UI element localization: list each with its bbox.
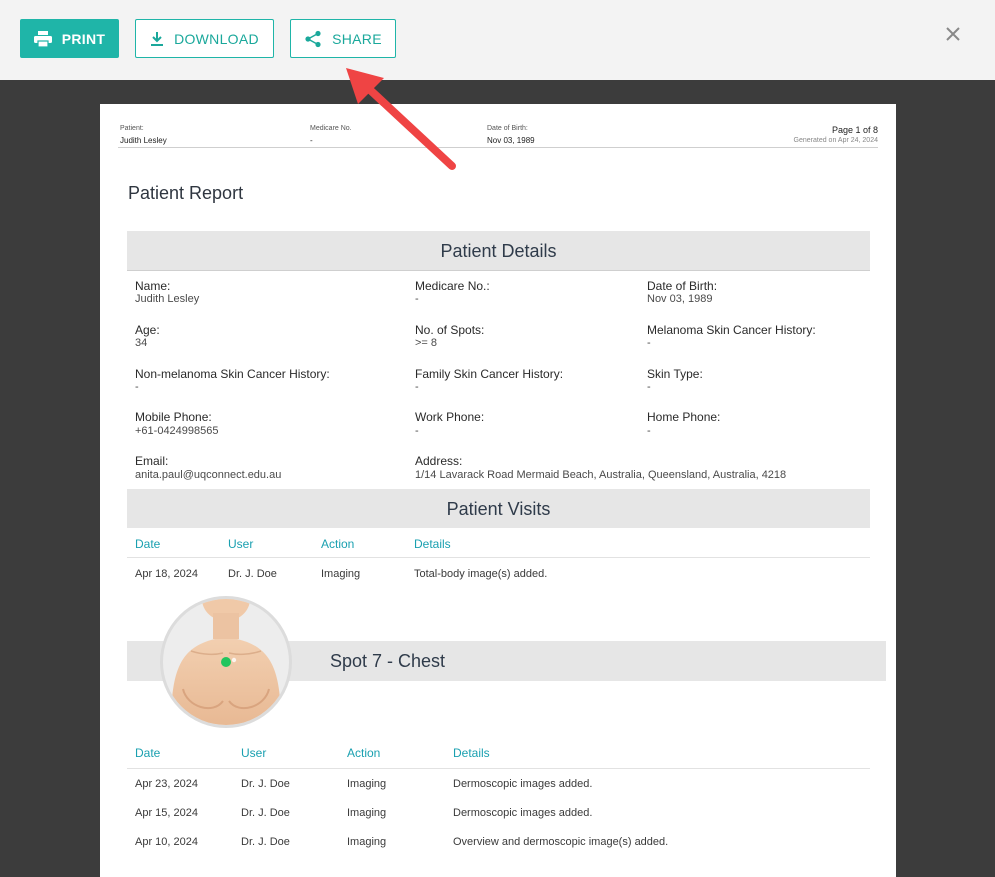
table-cell: Dr. J. Doe <box>241 836 290 848</box>
patient-visits-band: Patient Visits <box>127 489 870 528</box>
page-number: Page 1 of 8 <box>831 125 878 135</box>
field-label: Age: <box>135 323 160 337</box>
table-cell: Imaging <box>347 836 387 848</box>
field-value: >= 8 <box>415 337 438 349</box>
field-value: - <box>647 381 651 393</box>
visits-col-action: Action <box>321 537 355 551</box>
header-patient-label: Patient: <box>120 125 144 132</box>
field-value: anita.paul@uqconnect.edu.au <box>135 469 282 481</box>
report-page: Patient: Judith Lesley Medicare No. - Da… <box>100 104 896 877</box>
print-button[interactable]: PRINT <box>20 19 119 58</box>
annotation-arrow-icon <box>346 68 456 170</box>
field-value: - <box>415 381 419 393</box>
header-medicare-value: - <box>310 136 313 145</box>
table-cell: Overview and dermoscopic image(s) added. <box>453 836 669 848</box>
viewer-toolbar: PRINT DOWNLOAD SHARE <box>0 0 995 80</box>
field-label: Address: <box>415 454 463 468</box>
table-cell: Imaging <box>347 807 387 819</box>
visits-col-user: User <box>228 537 254 551</box>
patient-details-band: Patient Details <box>127 231 870 270</box>
print-label: PRINT <box>61 30 106 47</box>
visits-col-details: Details <box>414 537 451 551</box>
spot-col-action: Action <box>347 746 381 760</box>
download-button[interactable]: DOWNLOAD <box>135 19 274 58</box>
header-patient-value: Judith Lesley <box>120 136 167 145</box>
download-label: DOWNLOAD <box>174 30 259 47</box>
field-value: - <box>135 381 139 393</box>
field-label: Date of Birth: <box>647 279 718 293</box>
share-button[interactable]: SHARE <box>290 19 396 58</box>
spot-heading: Spot 7 - Chest <box>330 651 446 671</box>
field-label: Name: <box>135 279 171 293</box>
field-label: Non-melanoma Skin Cancer History: <box>135 367 330 381</box>
share-label: SHARE <box>332 30 382 47</box>
field-label: Family Skin Cancer History: <box>415 367 564 381</box>
field-label: Mobile Phone: <box>135 410 212 424</box>
field-label: Work Phone: <box>415 410 485 424</box>
spot-body-thumbnail <box>160 596 292 728</box>
visits-col-date: Date <box>135 537 161 551</box>
generated-date: Generated on Apr 24, 2024 <box>793 137 878 144</box>
table-cell: Apr 10, 2024 <box>135 836 198 848</box>
table-cell: Dr. J. Doe <box>228 568 277 580</box>
table-cell: Apr 18, 2024 <box>135 568 198 580</box>
field-value: Judith Lesley <box>135 293 200 305</box>
table-cell: Dr. J. Doe <box>241 807 290 819</box>
spot-col-user: User <box>241 746 267 760</box>
field-label: Medicare No.: <box>415 279 490 293</box>
spot-marker <box>221 657 231 667</box>
field-value: - <box>415 425 419 437</box>
field-label: Skin Type: <box>647 367 703 381</box>
table-cell: Dermoscopic images added. <box>453 778 593 790</box>
table-cell: Dermoscopic images added. <box>453 807 593 819</box>
printer-icon <box>33 30 52 47</box>
table-cell: Dr. J. Doe <box>241 778 290 790</box>
header-divider <box>118 147 878 148</box>
spot-col-details: Details <box>453 746 490 760</box>
patient-details-heading: Patient Details <box>440 241 557 261</box>
patient-visits-heading: Patient Visits <box>446 499 551 519</box>
table-cell: Total-body image(s) added. <box>414 568 548 580</box>
field-value: 34 <box>135 337 148 349</box>
chest-figure-icon <box>171 599 281 725</box>
field-value: Nov 03, 1989 <box>647 293 713 305</box>
field-label: No. of Spots: <box>415 323 485 337</box>
table-cell: Imaging <box>347 778 387 790</box>
field-label: Email: <box>135 454 169 468</box>
close-icon[interactable] <box>943 24 963 44</box>
field-value: - <box>415 293 419 305</box>
table-cell: Imaging <box>321 568 361 580</box>
field-value: +61-0424998565 <box>135 425 219 437</box>
share-icon <box>304 30 322 48</box>
header-dob-label: Date of Birth: <box>487 125 528 132</box>
page-title: Patient Report <box>128 183 244 203</box>
field-value: - <box>647 337 651 349</box>
field-value: - <box>647 425 651 437</box>
field-label: Home Phone: <box>647 410 721 424</box>
header-dob-value: Nov 03, 1989 <box>487 136 535 145</box>
table-cell: Apr 15, 2024 <box>135 807 198 819</box>
download-icon <box>150 31 164 47</box>
table-cell: Apr 23, 2024 <box>135 778 198 790</box>
field-label: Melanoma Skin Cancer History: <box>647 323 816 337</box>
field-value: 1/14 Lavarack Road Mermaid Beach, Austra… <box>415 469 787 481</box>
spot-col-date: Date <box>135 746 161 760</box>
